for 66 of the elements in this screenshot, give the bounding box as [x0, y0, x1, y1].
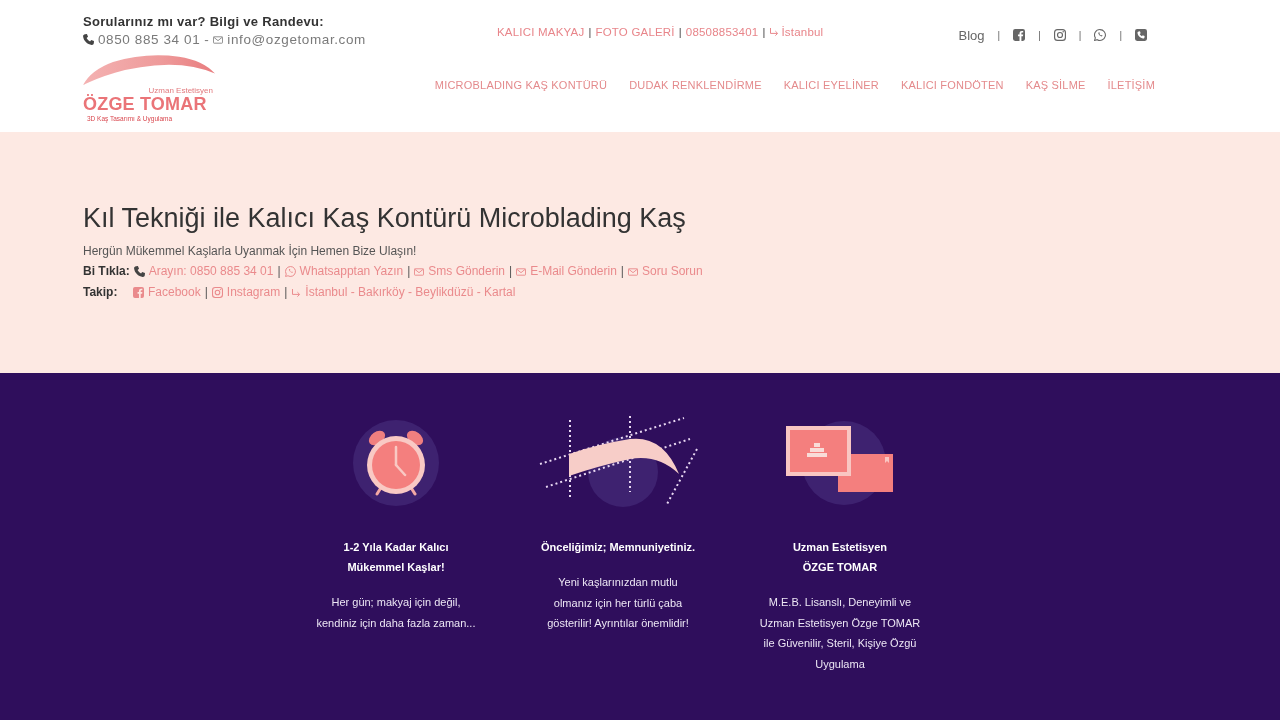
row-label: Takip:: [83, 284, 119, 301]
contact-heading: Sorularınız mı var? Bilgi ve Randevu:: [83, 13, 325, 30]
feature-title: Uzman Estetisyen ÖZGE TOMAR: [792, 540, 888, 575]
separator: |: [620, 263, 624, 280]
separator: |: [277, 263, 281, 280]
phone-icon[interactable]: [1135, 29, 1147, 41]
contact-link[interactable]: Facebook: [148, 282, 201, 303]
separator: |: [509, 263, 513, 280]
separator: |: [407, 263, 411, 280]
separator: |: [588, 26, 592, 38]
facebook-icon[interactable]: [1013, 29, 1026, 41]
eyebrow-guide-lines-icon: [538, 416, 698, 508]
nav-link[interactable]: KALICI FONDÖTEN: [901, 79, 1004, 91]
feature-text: M.E.B. Lisanslı, Deneyimli ve Uzman Estetisyen Özge TOMAR ile Güvenilir, Steril, Kişiye Özgü Uygulama: [759, 595, 921, 672]
envelope-icon: [516, 267, 527, 276]
phone-icon: [133, 266, 145, 277]
instagram-icon[interactable]: [1053, 29, 1066, 41]
feature-title: 1-2 Yıla Kadar Kalıcı Mükemmel Kaşlar!: [343, 540, 449, 575]
separator: |: [1119, 29, 1122, 41]
separator: -: [204, 31, 210, 48]
separator: |: [1038, 29, 1041, 41]
nav-link[interactable]: İLETİŞİM: [1107, 79, 1155, 91]
row-label: Bi Tıkla:: [83, 263, 130, 280]
contact-link[interactable]: Sms Gönderin: [428, 261, 506, 282]
separator: |: [1078, 29, 1082, 41]
instagram-icon: [211, 287, 223, 298]
separator: |: [762, 26, 766, 38]
feature-title: Önceliğimiz; Memnuniyetiniz.: [541, 540, 695, 555]
page-title: Kıl Tekniği ile Kalıcı Kaş Kontürü Microblading Kaş: [83, 202, 687, 234]
separator: |: [997, 29, 1001, 41]
turn-arrow-icon: [769, 28, 780, 36]
contact-link[interactable]: Arayın: 0850 885 34 01: [148, 261, 274, 282]
facebook-icon: [133, 287, 144, 298]
top-link[interactable]: 08508853401: [685, 26, 759, 38]
contact-link[interactable]: Soru Sorun: [642, 261, 703, 282]
nav-link[interactable]: MICROBLADING KAŞ KONTÜRÜ: [434, 79, 608, 91]
logo-name: ÖZGE TOMAR: [83, 95, 207, 114]
whatsapp-icon: [284, 266, 296, 277]
top-link[interactable]: FOTO GALERİ: [595, 26, 675, 38]
top-link[interactable]: İstanbul: [769, 26, 824, 38]
nav-link[interactable]: KALICI EYELİNER: [783, 79, 880, 91]
alarm-clock-icon: [351, 417, 441, 507]
turn-arrow-icon: [291, 288, 302, 297]
phone-icon: [83, 34, 94, 45]
whatsapp-icon[interactable]: [1094, 29, 1107, 41]
top-link[interactable]: KALICI MAKYAJ: [497, 26, 585, 38]
contact-link[interactable]: Whatsapptan Yazın: [299, 261, 404, 282]
separator: |: [678, 26, 682, 38]
feature-text: Yeni kaşlarınızdan mutlu olmanız için her türlü çaba gösterilir! Ayrıntılar önemlidir!: [547, 575, 689, 631]
blog-link[interactable]: Blog: [958, 27, 985, 43]
logo-subtitle: Uzman Estetisyen: [148, 86, 213, 95]
separator: |: [204, 284, 208, 301]
envelope-icon: [414, 267, 425, 276]
nav-link[interactable]: KAŞ SİLME: [1025, 79, 1086, 91]
contact-link[interactable]: İstanbul - Bakırköy - Beylikdüzü - Kartal: [305, 282, 516, 303]
envelope-icon: [628, 267, 638, 276]
hero-subtitle: Hergün Mükemmel Kaşlarla Uyanmak İçin Hemen Bize Ulaşın!: [83, 243, 418, 260]
nav-link[interactable]: DUDAK RENKLENDİRME: [629, 79, 762, 91]
eyebrow-logo-icon: [83, 54, 215, 86]
feature-text: Her gün; makyaj için değil, kendiniz için daha fazla zaman...: [316, 595, 476, 631]
contact-link[interactable]: Instagram: [226, 282, 281, 303]
phone-link[interactable]: 0850 885 34 01: [98, 31, 201, 48]
email-link[interactable]: info@ozgetomar.com: [227, 31, 366, 48]
envelope-icon: [213, 35, 224, 44]
separator: |: [284, 284, 288, 301]
contact-link[interactable]: E-Mail Gönderin: [530, 261, 617, 282]
